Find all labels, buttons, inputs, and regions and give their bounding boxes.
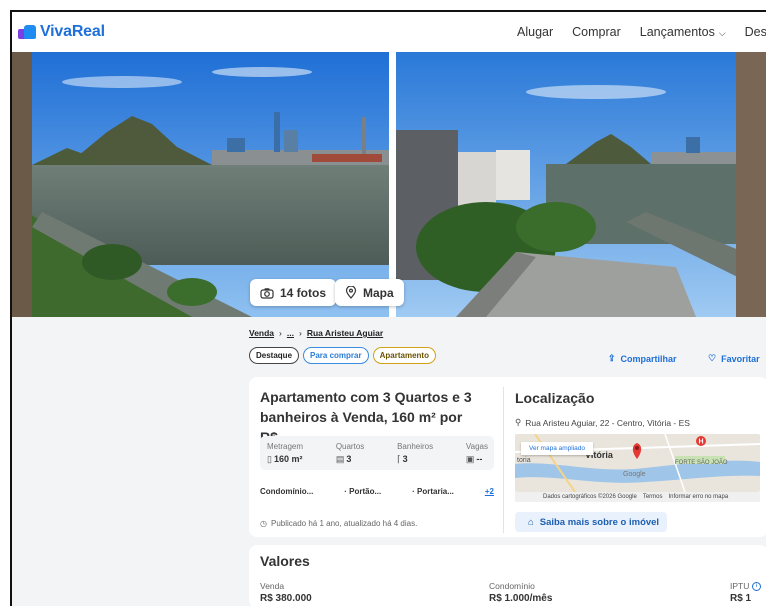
amenity-item: · Portaria... bbox=[412, 487, 454, 496]
more-info-label: Saiba mais sobre o imóvel bbox=[539, 516, 660, 528]
spec-label: Banheiros bbox=[397, 442, 434, 451]
property-photo-2[interactable] bbox=[396, 52, 766, 317]
map-button[interactable]: Mapa bbox=[335, 279, 404, 306]
spec-metragem: Metragem ▯ 160 m² bbox=[267, 442, 303, 470]
share-icon: ⇪ bbox=[608, 353, 616, 363]
spec-value: -- bbox=[476, 454, 483, 464]
location-pin-icon bbox=[345, 286, 357, 299]
map-expand-link[interactable]: Ver mapa ampliado bbox=[521, 442, 594, 455]
photos-button[interactable]: 14 fotos bbox=[250, 279, 337, 306]
valores-card: Valores Venda R$ 380.000 Condomínio R$ 1… bbox=[249, 545, 766, 606]
map-terms-link[interactable]: Termos bbox=[643, 494, 663, 500]
nav-alugar[interactable]: Alugar bbox=[517, 25, 553, 39]
share-button[interactable]: ⇪ Compartilhar bbox=[608, 353, 677, 364]
amenities-row: Condomínio... · Portão... · Portaria... … bbox=[260, 487, 494, 496]
nav-lancamentos[interactable]: Lançamentos ⌵ bbox=[640, 25, 726, 39]
tag-destaque: Destaque bbox=[249, 347, 300, 364]
published-info: ◷ Publicado há 1 ano, atualizado há 4 di… bbox=[260, 519, 417, 528]
share-label: Compartilhar bbox=[620, 353, 677, 364]
property-photo-1[interactable] bbox=[12, 52, 389, 317]
spec-value: 160 m² bbox=[273, 454, 303, 464]
breadcrumb-separator: › bbox=[298, 328, 302, 338]
valores-title: Valores bbox=[260, 553, 310, 569]
logo-text: VivaReal bbox=[40, 23, 105, 40]
map-footer: Dados cartográficos ©2026 Google Termos … bbox=[515, 492, 760, 502]
more-info-button[interactable]: ⌂ Saiba mais sobre o imóvel bbox=[515, 512, 667, 532]
breadcrumb-separator: › bbox=[279, 328, 282, 338]
map-button-label: Mapa bbox=[363, 285, 394, 300]
location-address: ⚲ Rua Aristeu Aguiar, 22 - Centro, Vitór… bbox=[515, 417, 690, 428]
bed-icon: ▤ bbox=[335, 454, 345, 464]
listing-specs: Metragem ▯ 160 m² Quartos ▤ 3 Banheiros ⌈ 3… bbox=[260, 436, 494, 470]
valor-amount: R$ 380.000 bbox=[260, 593, 312, 604]
spec-quartos: Quartos ▤ 3 bbox=[336, 442, 364, 470]
amenities-more-link[interactable]: +2 bbox=[485, 487, 494, 496]
house-logo-icon bbox=[18, 25, 36, 39]
spec-banheiros: Banheiros ⌈ 3 bbox=[397, 442, 433, 470]
breadcrumb-ellipsis[interactable]: ... bbox=[287, 328, 294, 338]
spec-label: Quartos bbox=[335, 442, 365, 451]
spec-vagas: Vagas ▣ -- bbox=[466, 442, 488, 470]
listing-summary-card: Apartamento com 3 Quartos e 3 banheiros … bbox=[249, 377, 766, 537]
published-text: Publicado há 1 ano, atualizado há 4 dias… bbox=[270, 519, 418, 528]
vivareal-logo[interactable]: VivaReal bbox=[18, 23, 105, 41]
main-nav: Alugar Comprar Lançamentos⌵ Desc bbox=[517, 12, 766, 52]
browser-viewport: VivaReal Alugar Comprar Lançamentos⌵ Des… bbox=[10, 10, 766, 606]
heart-icon: ♡ bbox=[708, 353, 717, 363]
valor-label: Venda bbox=[260, 581, 285, 591]
valor-amount: R$ 1.000/mês bbox=[489, 593, 553, 604]
spec-value: 3 bbox=[402, 454, 408, 464]
spec-label: Vagas bbox=[465, 442, 488, 451]
map-left-label: toria bbox=[517, 457, 531, 464]
map-data-credit: Dados cartográficos ©2026 Google bbox=[543, 494, 637, 500]
valor-label: Condomínio bbox=[489, 581, 535, 591]
valor-venda: Venda R$ 380.000 bbox=[260, 581, 312, 604]
spec-label: Metragem bbox=[267, 442, 304, 451]
home-icon: ⌂ bbox=[528, 516, 534, 528]
valor-condominio: Condomínio R$ 1.000/mês bbox=[489, 581, 552, 604]
tag-apartamento: Apartamento bbox=[372, 347, 436, 364]
car-icon: ▣ bbox=[465, 454, 475, 464]
breadcrumb: Venda › ... › Rua Aristeu Aguiar bbox=[249, 328, 383, 338]
valor-iptu: IPTU i R$ 1 bbox=[730, 581, 761, 604]
clock-icon: ◷ bbox=[260, 519, 267, 528]
location-title: Localização bbox=[515, 390, 595, 406]
divider bbox=[503, 387, 504, 533]
favorite-button[interactable]: ♡ Favoritar bbox=[708, 353, 760, 364]
breadcrumb-venda[interactable]: Venda bbox=[249, 328, 274, 338]
map-report-link[interactable]: Informar erro no mapa bbox=[668, 494, 728, 500]
breadcrumb-street[interactable]: Rua Aristeu Aguiar bbox=[307, 328, 383, 338]
location-address-text: Rua Aristeu Aguiar, 22 - Centro, Vitória… bbox=[525, 417, 690, 428]
site-header: VivaReal Alugar Comprar Lançamentos⌵ Des… bbox=[12, 12, 766, 52]
favorite-label: Favoritar bbox=[721, 353, 760, 364]
nav-lancamentos-label: Lançamentos bbox=[639, 25, 715, 39]
nav-desc[interactable]: Desc bbox=[745, 25, 766, 39]
amenity-item: · Portão... bbox=[344, 487, 382, 496]
location-pin-icon: ⚲ bbox=[515, 417, 522, 427]
svg-text:H: H bbox=[699, 439, 704, 446]
valor-label: IPTU bbox=[730, 581, 750, 591]
camera-icon bbox=[260, 287, 274, 299]
tag-para-comprar: Para comprar bbox=[303, 347, 369, 364]
amenity-item: Condomínio... bbox=[260, 487, 314, 496]
chevron-down-icon: ⌵ bbox=[718, 28, 726, 38]
nav-comprar[interactable]: Comprar bbox=[572, 25, 621, 39]
info-icon[interactable]: i bbox=[751, 582, 761, 592]
listing-tags: Destaque Para comprar Apartamento bbox=[249, 347, 436, 364]
photos-button-label: 14 fotos bbox=[280, 285, 327, 300]
valor-amount: R$ 1 bbox=[730, 593, 752, 605]
shower-icon: ⌈ bbox=[397, 454, 401, 464]
spec-value: 3 bbox=[346, 454, 352, 464]
map-forte-label: FORTE SÃO JOÃO bbox=[675, 459, 728, 466]
ruler-icon: ▯ bbox=[267, 454, 272, 464]
google-logo: Google bbox=[623, 471, 646, 478]
